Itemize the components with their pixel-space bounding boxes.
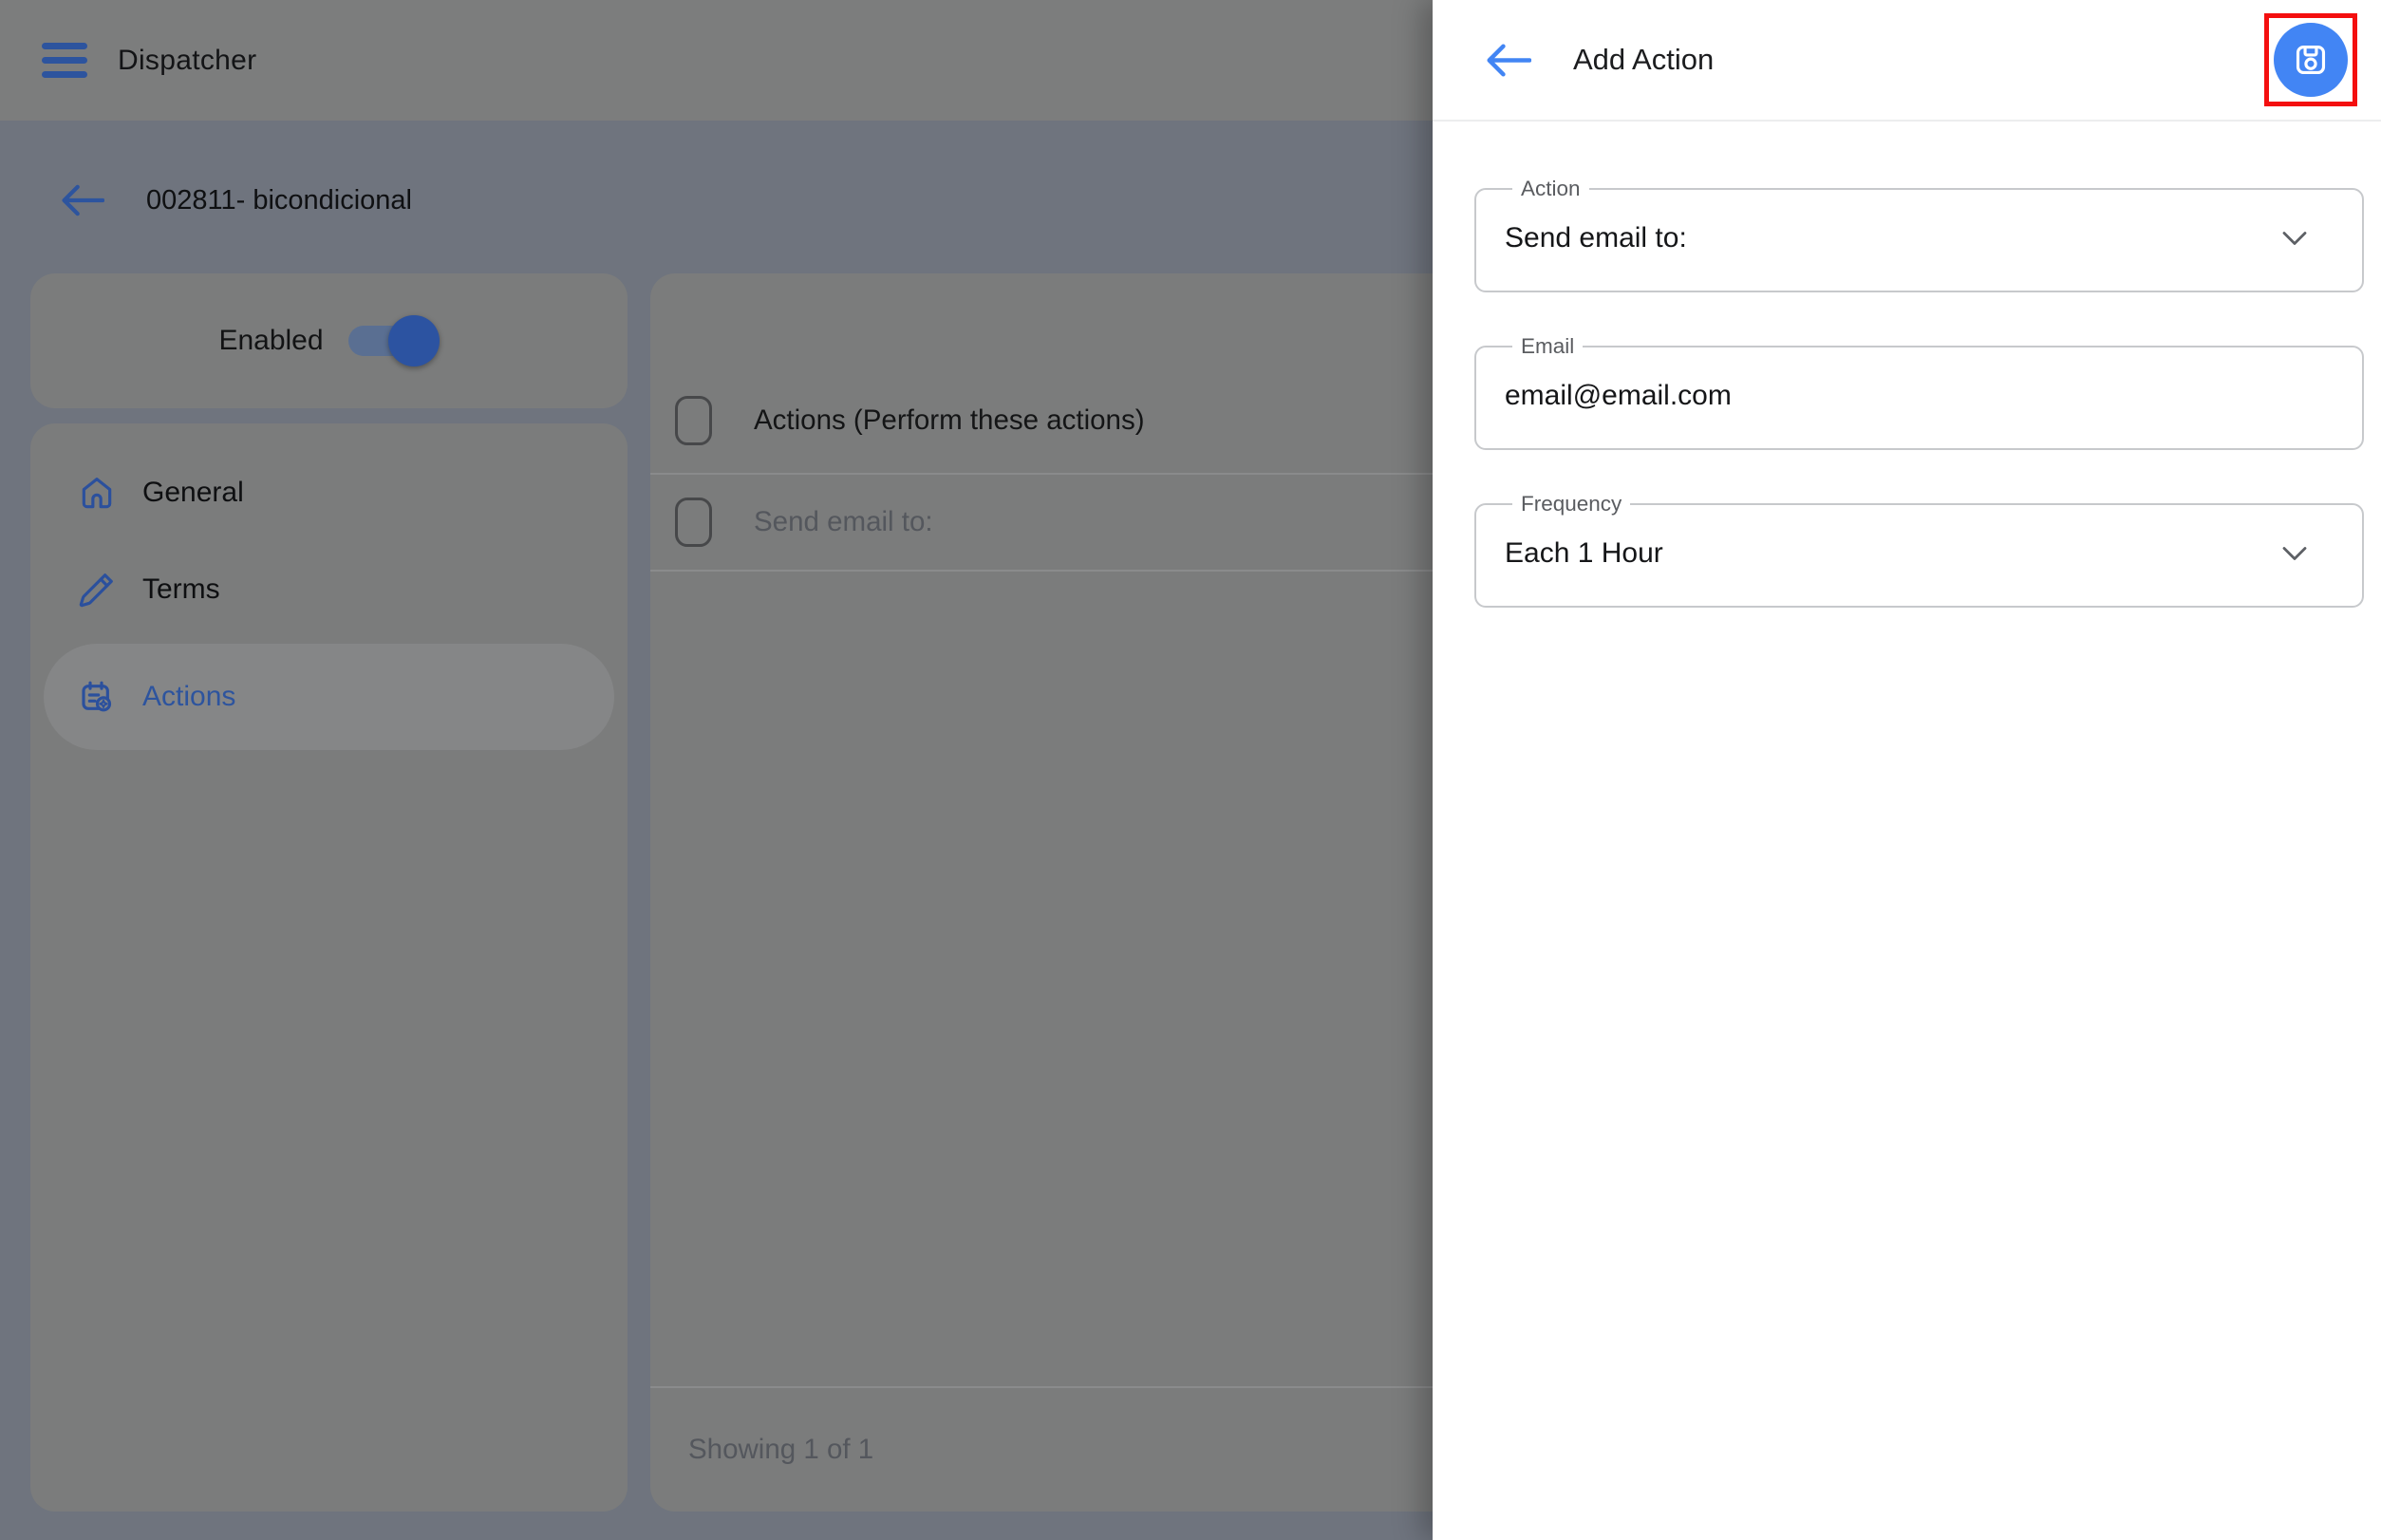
toggle-thumb xyxy=(388,315,440,366)
arrow-left-icon[interactable] xyxy=(1486,43,1531,78)
select-all-checkbox[interactable] xyxy=(675,396,712,445)
enabled-label: Enabled xyxy=(218,325,323,357)
action-select-value: Send email to: xyxy=(1505,222,1687,254)
frequency-select[interactable]: Frequency Each 1 Hour xyxy=(1474,494,2364,608)
chevron-down-icon xyxy=(2282,231,2307,246)
page-title: 002811- bicondicional xyxy=(146,185,412,216)
left-column: Enabled General xyxy=(30,273,628,1512)
enabled-toggle[interactable] xyxy=(348,322,440,360)
field-label: Email xyxy=(1512,336,1583,358)
nav-item-label: Terms xyxy=(142,573,220,606)
app-root: Dispatcher 002811- bicondicional Enabled xyxy=(0,0,2381,1540)
enabled-card: Enabled xyxy=(30,273,628,408)
menu-icon[interactable] xyxy=(42,43,87,78)
section-nav: General Terms xyxy=(30,423,628,1512)
email-field: Email xyxy=(1474,336,2364,450)
showing-count: Showing 1 of 1 xyxy=(688,1434,873,1466)
frequency-select-value: Each 1 Hour xyxy=(1505,537,1663,570)
add-action-panel: Add Action Action Send xyxy=(1433,0,2381,1540)
table-header-label: Actions (Perform these actions) xyxy=(754,404,1145,437)
panel-header: Add Action xyxy=(1433,0,2381,122)
nav-item-label: General xyxy=(142,477,244,509)
save-icon xyxy=(2291,40,2331,80)
home-icon xyxy=(78,474,116,512)
nav-item-terms[interactable]: Terms xyxy=(30,541,628,638)
nav-item-actions[interactable]: Actions xyxy=(44,644,614,750)
pencil-icon xyxy=(78,571,116,609)
panel-title: Add Action xyxy=(1573,43,1714,77)
nav-item-label: Actions xyxy=(142,681,235,713)
action-select[interactable]: Action Send email to: xyxy=(1474,178,2364,292)
calendar-plus-icon xyxy=(78,678,116,716)
row-checkbox[interactable] xyxy=(675,498,712,547)
nav-item-general[interactable]: General xyxy=(30,444,628,541)
email-input[interactable] xyxy=(1505,380,2334,412)
field-label: Frequency xyxy=(1512,494,1630,516)
app-title: Dispatcher xyxy=(118,45,256,77)
annotation-highlight-box xyxy=(2264,13,2357,106)
save-button[interactable] xyxy=(2274,23,2348,97)
chevron-down-icon xyxy=(2282,546,2307,561)
table-row-label: Send email to: xyxy=(754,506,933,538)
back-icon[interactable] xyxy=(61,183,104,217)
field-label: Action xyxy=(1512,178,1589,200)
panel-body: Action Send email to: Email Frequency Ea… xyxy=(1433,122,2381,651)
